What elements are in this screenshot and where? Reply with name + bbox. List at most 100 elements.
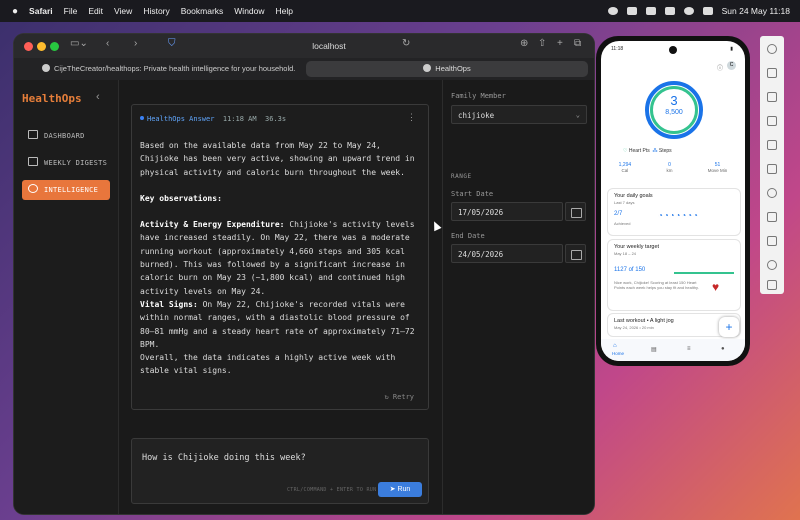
battery-icon[interactable] [664, 7, 675, 15]
weekday-rings: ◔◔◔◔◔◔◔ [658, 211, 699, 220]
control-center-icon[interactable] [702, 7, 713, 15]
target-progress-bar [674, 272, 734, 274]
forward-icon[interactable]: › [134, 38, 137, 49]
sidebar-toggle-icon[interactable]: ▭⌄ [70, 38, 88, 49]
answer-bullet-text: Chijioke's activity levels have increase… [140, 220, 415, 296]
tab-overview-icon[interactable]: ⧉ [574, 38, 581, 49]
sidebar-item-label: DASHBOARD [44, 132, 85, 140]
power-icon[interactable] [767, 44, 777, 54]
record-icon[interactable] [607, 7, 618, 15]
volume-up-icon[interactable] [767, 68, 777, 78]
sidebar-item-intelligence[interactable]: INTELLIGENCE [22, 180, 110, 200]
heart-points-value: 3 [670, 93, 678, 108]
journal-icon[interactable]: ▤ [651, 346, 657, 353]
daily-goals-card[interactable]: Your daily goals Last 7 days 2/7 Achieve… [607, 188, 741, 236]
menu-file[interactable]: File [64, 6, 78, 16]
sidebar-item-label: INTELLIGENCE [44, 186, 99, 194]
menu-help[interactable]: Help [276, 6, 293, 16]
back-nav-icon[interactable] [767, 236, 777, 246]
share-icon[interactable]: ⇧ [538, 38, 546, 49]
emulator-controls [760, 36, 784, 294]
answer-duration: 36.3s [265, 115, 287, 123]
camera-notch [669, 46, 677, 54]
menu-bookmarks[interactable]: Bookmarks [181, 6, 224, 16]
retry-label: Retry [392, 393, 414, 401]
downloads-icon[interactable]: ⊕ [520, 38, 528, 49]
info-icon[interactable]: ⓘ [717, 63, 723, 72]
steps-value: 8,500 [665, 109, 683, 116]
menu-view[interactable]: View [114, 6, 132, 16]
target-text: Nice work, Chijioke! Scoring at least 15… [614, 280, 699, 290]
healthops-app: HealthOps ‹ DASHBOARD WEEKLY DIGESTS INT… [14, 80, 594, 514]
tray-icon[interactable] [626, 7, 637, 15]
shield-icon[interactable]: ⛉ [168, 38, 176, 49]
overview-icon[interactable] [767, 280, 777, 290]
minimize-window-button[interactable] [37, 42, 46, 51]
apple-icon[interactable]: ● [12, 6, 18, 17]
zoom-window-button[interactable] [50, 42, 59, 51]
document-icon [28, 157, 38, 166]
battery-icon: ▮ [730, 46, 733, 52]
browse-icon[interactable]: ≡ [687, 346, 691, 352]
answer-bullet-title: Activity & Energy Expenditure: [140, 220, 285, 230]
new-tab-icon[interactable]: + [557, 38, 563, 49]
answer-heading: Key observations: [140, 193, 222, 203]
menu-edit[interactable]: Edit [88, 6, 103, 16]
end-date-label: End Date [451, 232, 485, 240]
retry-button[interactable]: ↻ Retry [384, 393, 414, 401]
target-value: 1127 of 150 [614, 267, 646, 273]
card-title: Last workout • A light jog [614, 318, 674, 324]
avatar[interactable]: C [727, 61, 736, 70]
menu-window[interactable]: Window [234, 6, 264, 16]
home-nav-icon[interactable] [767, 260, 777, 270]
bottom-nav: ⌂ Home ▤ ≡ ● [601, 339, 745, 361]
family-member-value: chijioke [458, 111, 495, 120]
end-date-value: 24/05/2026 [458, 250, 504, 259]
sidebar-item-dashboard[interactable]: DASHBOARD [22, 126, 110, 146]
close-window-button[interactable] [24, 42, 33, 51]
family-member-select[interactable]: chijioke ⌄ [451, 105, 587, 124]
main-panel: HealthOps Answer 11:18 AM 36.3s ⋮ Based … [118, 80, 443, 514]
reload-icon[interactable]: ↻ [402, 38, 410, 49]
tab-github-label: CijeTheCreator/healthops: Private health… [54, 64, 296, 73]
run-label: Run [397, 486, 411, 493]
filters-panel: Family Member chijioke ⌄ RANGE Start Dat… [443, 80, 594, 514]
rotate-right-icon[interactable] [767, 140, 777, 150]
family-member-label: Family Member [451, 92, 506, 100]
menu-history[interactable]: History [143, 6, 169, 16]
end-date-calendar-button[interactable] [565, 244, 586, 263]
legend-steps: Steps [658, 148, 672, 154]
prompt-input[interactable]: How is Chijioke doing this week? [142, 453, 306, 463]
home-icon[interactable]: ⌂ [613, 343, 617, 349]
zoom-icon[interactable] [767, 188, 777, 198]
sidebar-item-weekly-digests[interactable]: WEEKLY DIGESTS [22, 153, 110, 173]
back-icon[interactable]: ‹ [106, 38, 109, 49]
start-date-value: 17/05/2026 [458, 208, 504, 217]
menu-clock[interactable]: Sun 24 May 11:18 [722, 6, 790, 16]
browser-toolbar: ▭⌄ ‹ › ⛉ localhost ↻ ⊕ ⇧ + ⧉ [14, 34, 594, 58]
tray-icon[interactable] [645, 7, 656, 15]
start-date-calendar-button[interactable] [565, 202, 586, 221]
stats-row: 1,294 Cal 0 km 51 Move Min [601, 162, 745, 173]
chevron-down-icon: ⌄ [575, 111, 580, 119]
collapse-sidebar-icon[interactable]: ‹ [96, 91, 100, 103]
start-date-input[interactable]: 17/05/2026 [451, 202, 563, 221]
card-title: Your weekly target [614, 244, 660, 250]
wifi-icon[interactable] [683, 7, 694, 15]
card-title: Your daily goals [614, 193, 653, 199]
menu-bar: ● Safari File Edit View History Bookmark… [0, 0, 800, 22]
volume-down-icon[interactable] [767, 92, 777, 102]
rotate-left-icon[interactable] [767, 116, 777, 126]
profile-icon[interactable]: ● [721, 346, 725, 352]
end-date-input[interactable]: 24/05/2026 [451, 244, 563, 263]
healthops-favicon [423, 64, 432, 72]
camera-icon[interactable] [767, 164, 777, 174]
fold-icon[interactable] [767, 212, 777, 222]
weekly-target-card[interactable]: Your weekly target May 18 – 24 1127 of 1… [607, 239, 741, 311]
run-button[interactable]: ➤ Run [378, 482, 422, 497]
more-options-icon[interactable]: ⋮ [407, 113, 416, 123]
menu-app[interactable]: Safari [29, 6, 53, 16]
tab-github[interactable]: CijeTheCreator/healthops: Private health… [34, 61, 312, 77]
add-button[interactable]: + [719, 317, 739, 337]
tab-healthops[interactable]: HealthOps [306, 61, 588, 77]
